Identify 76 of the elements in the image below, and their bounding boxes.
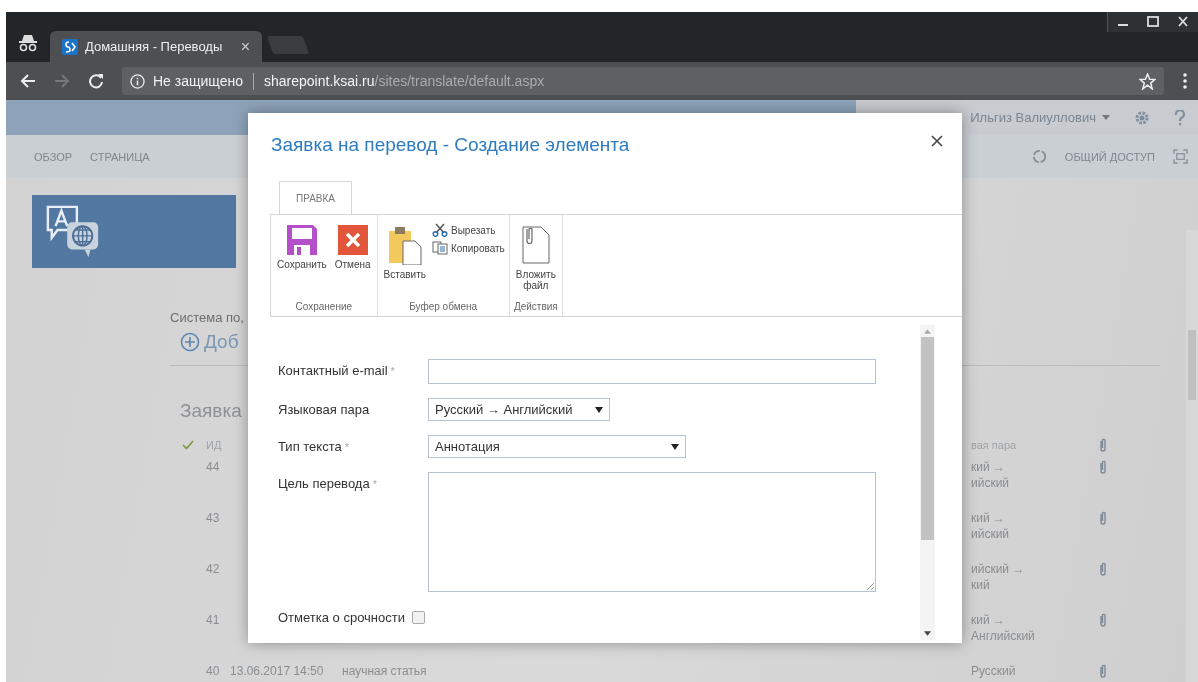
table-cell: 13.06.2017 14:50	[230, 663, 324, 679]
table-cell: ийский	[971, 526, 1010, 542]
star-icon[interactable]	[1139, 72, 1156, 90]
list-title: Заявка	[180, 400, 242, 422]
table-cell: ийский →	[971, 561, 1025, 577]
required-mark: *	[372, 477, 377, 490]
field-label: Тип текста	[278, 439, 342, 454]
site-description: Система по,	[170, 310, 244, 325]
table-cell: 44	[206, 459, 220, 475]
table-cell: кий →	[971, 459, 1005, 475]
browser-tab[interactable]: Домашняя - Переводы ×	[50, 31, 262, 62]
incognito-icon	[18, 34, 38, 52]
paperclip-icon	[1098, 436, 1108, 453]
site-logo[interactable]	[32, 195, 236, 268]
back-icon[interactable]	[20, 73, 36, 89]
dropdown[interactable]: Русский → Английский	[428, 398, 610, 421]
cancel-button[interactable]: Отмена	[332, 223, 373, 301]
table-cell: 42	[206, 561, 220, 577]
table-cell: кий →	[971, 510, 1005, 526]
ribbon-tab[interactable]: ПРАВКА	[279, 181, 353, 215]
cut-button[interactable]: Вырезать	[432, 223, 505, 237]
required-mark: *	[344, 440, 349, 453]
scroll-up-icon[interactable]	[924, 329, 931, 334]
clipboard-icon	[386, 225, 423, 265]
caret-icon	[671, 443, 679, 450]
scrollbar[interactable]	[920, 325, 935, 640]
dropdown[interactable]: Аннотация	[428, 435, 686, 458]
field-label: Отметка о срочности	[278, 610, 405, 625]
resize-grip-icon[interactable]	[866, 582, 874, 590]
table-cell: ийский	[971, 475, 1010, 491]
checkbox[interactable]	[412, 611, 425, 624]
table-cell: 43	[206, 510, 220, 526]
address-bar[interactable]: Не защищено sharepoint.ksai.ru/sites/translate/default.aspx	[122, 67, 1164, 95]
email-field[interactable]	[428, 359, 876, 384]
sharepoint-logo-icon	[62, 38, 78, 55]
help-icon[interactable]	[1174, 109, 1186, 126]
focus-icon[interactable]	[1173, 149, 1188, 164]
add-icon[interactable]	[180, 332, 200, 352]
reload-icon[interactable]	[88, 73, 104, 89]
table-cell: Английский	[971, 628, 1035, 644]
close-icon[interactable]	[931, 135, 943, 147]
field-label: Языковая пара	[278, 402, 370, 417]
required-mark: *	[390, 364, 395, 377]
table-cell: кий	[971, 577, 990, 593]
info-icon[interactable]	[130, 73, 145, 89]
table-cell: кий →	[971, 612, 1005, 628]
table-cell: 41	[206, 612, 220, 628]
tab-title: Домашняя - Переводы	[85, 39, 223, 54]
forward-icon[interactable]	[54, 73, 70, 89]
ribbon-group-label: Сохранение	[294, 301, 354, 314]
close-icon	[337, 225, 368, 255]
check-icon[interactable]	[182, 439, 194, 450]
attach-button[interactable]: Вложить файл	[513, 223, 558, 301]
menu-icon[interactable]	[1182, 72, 1188, 90]
table-cell: 40	[206, 663, 220, 679]
scissors-icon	[432, 223, 448, 237]
field-label: Цель перевода	[278, 476, 370, 491]
caret-icon	[595, 406, 603, 413]
settings-icon[interactable]	[1134, 109, 1150, 126]
paperclip-document-icon	[520, 225, 551, 265]
table-cell: Русский	[971, 663, 1016, 679]
paste-button[interactable]: Вставить	[381, 223, 428, 301]
tab-close-button[interactable]: ×	[240, 37, 250, 56]
share-icon	[1031, 149, 1047, 164]
table-cell: научная статья	[342, 663, 427, 679]
field-label: Контактный e-mail	[278, 363, 388, 378]
copy-button[interactable]: Копировать	[432, 241, 505, 255]
caret-icon	[1102, 115, 1110, 120]
ribbon-group-label: Буфер обмена	[408, 301, 479, 314]
save-button[interactable]: Сохранить	[275, 223, 329, 301]
copy-icon	[432, 241, 448, 255]
dialog-title: Заявка на перевод - Создание элемента	[271, 134, 630, 156]
scroll-down-icon[interactable]	[924, 631, 931, 636]
scrollbar[interactable]	[1186, 230, 1198, 682]
text-area[interactable]	[428, 472, 876, 592]
ribbon-group-label: Действия	[513, 301, 558, 314]
